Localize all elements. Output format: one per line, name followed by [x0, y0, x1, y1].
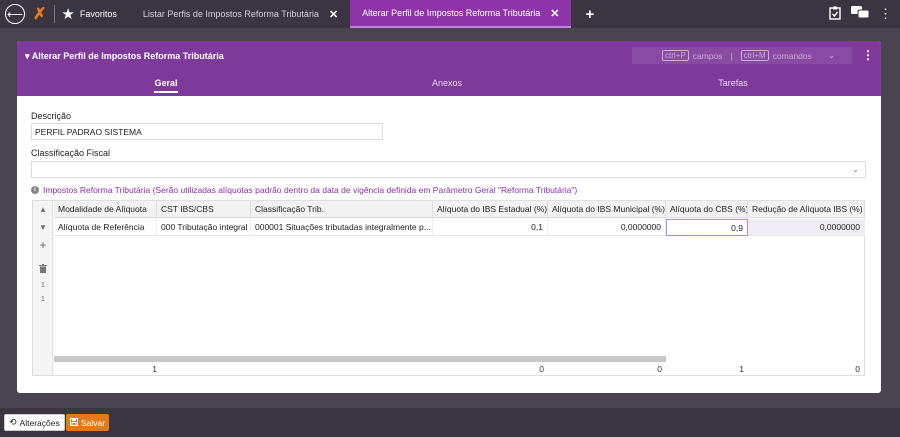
info-message: i Impostos Reforma Tributária (Serão uti…	[31, 185, 577, 195]
alteracoes-button[interactable]: ⟲ Alterações	[4, 414, 65, 431]
tab-label: Alterar Perfil de Impostos Reforma Tribu…	[362, 8, 541, 18]
panel-title[interactable]: ▾ Alterar Perfil de Impostos Reforma Tri…	[25, 51, 224, 62]
grid-cell[interactable]: Alíquota de Referência	[54, 219, 157, 236]
top-right-actions: ⋮	[829, 0, 892, 28]
favorites-button[interactable]: ★ Favoritos	[61, 5, 116, 23]
star-icon: ★	[61, 6, 75, 23]
tab-alterar-perfil[interactable]: Alterar Perfil de Impostos Reforma Tribu…	[350, 0, 572, 28]
classificacao-label: Classificação Fiscal	[31, 148, 111, 158]
save-button[interactable]: Salvar	[66, 414, 110, 431]
column-header[interactable]: Classificação Trib.	[251, 201, 433, 218]
shortcut-key: ctrl+P	[662, 50, 689, 61]
footer-total: 0	[657, 364, 662, 374]
more-menu-icon[interactable]: ⋮	[879, 6, 892, 22]
tab-label: Listar Perfis de Impostos Reforma Tribut…	[142, 9, 319, 19]
classificacao-select[interactable]: ⌄	[31, 161, 866, 178]
close-icon[interactable]: ✕	[329, 8, 338, 21]
trash-icon[interactable]	[33, 264, 53, 275]
edit-profile-panel: ▾ Alterar Perfil de Impostos Reforma Tri…	[17, 41, 881, 393]
cbs-rate-input[interactable]: 0,9	[666, 219, 748, 236]
bottom-bar: ⟲ Alterações Salvar	[0, 408, 900, 437]
horizontal-scrollbar[interactable]	[54, 356, 666, 362]
grid-cell[interactable]: 000001 Situações tributadas integralment…	[251, 219, 433, 236]
app-logo-icon: ✗	[33, 6, 47, 23]
panel-header: ▾ Alterar Perfil de Impostos Reforma Tri…	[17, 41, 881, 96]
column-header[interactable]: Alíquota do IBS Municipal (%)	[548, 201, 666, 218]
footer-total: 0	[539, 364, 544, 374]
close-icon[interactable]: ✕	[550, 7, 559, 20]
back-icon[interactable]: ⟵	[5, 4, 25, 24]
column-header[interactable]: Redução de Alíquota IBS (%)	[748, 201, 865, 218]
column-header[interactable]: Alíquota do IBS Estadual (%)	[433, 201, 548, 218]
panel-tabs: Geral Anexos Tarefas	[17, 75, 881, 95]
shortcuts-hint[interactable]: ctrl+P campos | ctrl+M comandos ⌄	[632, 47, 852, 64]
footer-total: 1	[739, 364, 744, 374]
descricao-label: Descrição	[31, 111, 72, 121]
shortcut-key: ctrl+M	[740, 50, 769, 61]
tab-anexos[interactable]: Anexos	[427, 78, 467, 88]
tab-geral[interactable]: Geral	[154, 78, 178, 93]
tab-tarefas[interactable]: Tarefas	[713, 78, 753, 88]
chevron-down-icon: ⌄	[852, 165, 859, 174]
grid-cell[interactable]: 000 Tributação integral	[157, 219, 251, 236]
add-tab-icon[interactable]: +	[585, 6, 594, 23]
footer-total: 0	[855, 364, 860, 374]
column-header[interactable]: Modalidade de Alíquota	[54, 201, 157, 218]
column-header[interactable]: Alíquota do CBS (%)	[666, 201, 748, 218]
favorites-label: Favoritos	[79, 9, 117, 19]
tax-grid: ▴ ▾ + 1 1 Modalidade de Alíquota CST IBS…	[32, 200, 865, 376]
column-header[interactable]: CST IBS/CBS	[157, 201, 251, 218]
grid-cell[interactable]: 0,1	[433, 219, 548, 236]
top-bar: ⟵ ✗ ★ Favoritos Listar Perfis de Imposto…	[0, 0, 900, 28]
clipboard-check-icon[interactable]	[829, 6, 841, 23]
grid-gutter: ▴ ▾ + 1 1	[33, 201, 53, 375]
divider	[54, 5, 56, 23]
save-icon	[70, 417, 78, 428]
panel-more-icon[interactable]: ⋮	[862, 48, 874, 62]
chat-icon[interactable]	[851, 6, 870, 22]
grid-cell[interactable]: 0,0000000	[548, 219, 666, 236]
move-down-icon[interactable]: ▾	[33, 222, 53, 233]
history-icon: ⟲	[9, 417, 17, 427]
descricao-field[interactable]: PERFIL PADRAO SISTEMA	[31, 123, 383, 140]
chevron-down-icon: ⌄	[827, 50, 835, 60]
row-count: 1	[41, 282, 45, 289]
row-count: 1	[41, 296, 45, 303]
add-row-icon[interactable]: +	[33, 238, 53, 252]
move-up-icon[interactable]: ▴	[33, 204, 53, 215]
collapse-icon: ▾	[25, 51, 30, 61]
info-icon: i	[31, 186, 39, 194]
footer-total: 1	[152, 364, 157, 374]
grid-cell[interactable]: 0,0000000	[748, 219, 865, 236]
tab-listar-perfis[interactable]: Listar Perfis de Impostos Reforma Tribut…	[131, 0, 350, 28]
